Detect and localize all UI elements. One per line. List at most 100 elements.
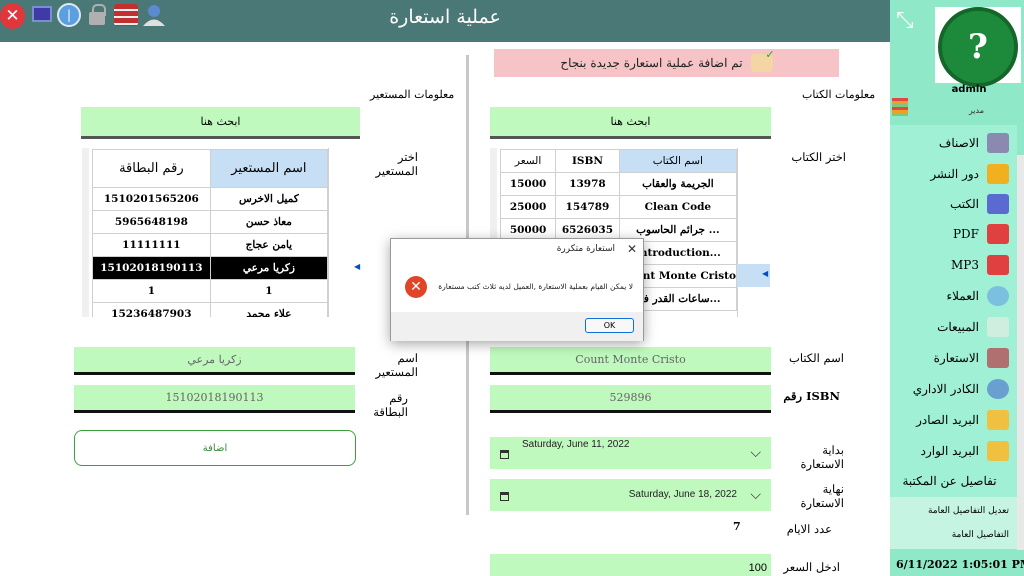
end-date-value: Saturday, June 18, 2022 bbox=[628, 489, 737, 500]
book-name-label: اسم الكتاب bbox=[789, 351, 844, 365]
monitor-icon[interactable] bbox=[32, 6, 52, 22]
pdf-icon bbox=[987, 224, 1009, 244]
table-cell: الجريمة والعقاب bbox=[618, 172, 738, 196]
column-header-price[interactable]: السعر bbox=[499, 149, 557, 173]
sidebar-item-publishers[interactable]: دور النشر bbox=[890, 159, 1017, 189]
chevron-down-icon[interactable]: ⌵ bbox=[750, 444, 761, 461]
table-row[interactable]: 1510201565206 كميل الاخرس bbox=[92, 187, 329, 211]
borrower-search-input[interactable]: ابحث هنا bbox=[81, 107, 360, 139]
column-header-card[interactable]: رقم البطاقة bbox=[92, 149, 211, 188]
book-section-title: معلومات الكتاب bbox=[802, 88, 876, 101]
error-icon: ✕ bbox=[405, 276, 427, 298]
table-cell: Clean Code bbox=[618, 195, 738, 219]
table-cell: 15236487903 bbox=[92, 302, 211, 317]
borrower-table-scrollbar[interactable] bbox=[82, 148, 89, 317]
dialog-footer: OK bbox=[391, 312, 643, 341]
staff-icon bbox=[987, 379, 1009, 399]
customers-icon bbox=[987, 286, 1009, 306]
sidebar-subitem-details[interactable]: التفاصيل العامة bbox=[890, 530, 1017, 540]
sidebar-item-label: الكتب bbox=[949, 197, 979, 211]
column-header-book-name[interactable]: اسم الكتاب bbox=[618, 149, 738, 173]
sales-icon bbox=[987, 317, 1009, 337]
sidebar-item-inbox[interactable]: البريد الوارد bbox=[890, 436, 1017, 466]
table-cell: 13978 bbox=[555, 172, 620, 196]
book-search-input[interactable]: ابحث هنا bbox=[490, 107, 771, 139]
sidebar-scrollbar[interactable] bbox=[1017, 155, 1024, 550]
table-row[interactable]: 15000 13978 الجريمة والعقاب bbox=[499, 172, 738, 196]
sidebar-item-label: تفاصيل عن المكتبة bbox=[902, 474, 997, 488]
table-row[interactable]: 5965648198 معاذ حسن bbox=[92, 210, 329, 234]
table-cell: 5965648198 bbox=[92, 210, 211, 234]
menu-icon[interactable] bbox=[892, 98, 908, 116]
sidebar-item-label: الاستعارة bbox=[933, 351, 979, 365]
table-row[interactable]: 11111111 يامن عجاج bbox=[92, 233, 329, 257]
table-row-selected[interactable]: 15102018190113 زكريا مرعي bbox=[92, 256, 329, 280]
table-cell: 154789 bbox=[555, 195, 620, 219]
add-borrow-button[interactable]: اضافة bbox=[74, 430, 356, 466]
dialog-message: لا يمكن القيام بعملية الاستعارة ,العميل … bbox=[438, 282, 633, 291]
ok-button[interactable]: OK bbox=[585, 318, 634, 333]
start-date-label: بداية الاستعارة bbox=[800, 443, 845, 471]
table-row[interactable]: 11 bbox=[92, 279, 329, 303]
clock-icon[interactable]: | bbox=[57, 3, 81, 27]
isbn-label: رقم ISBN bbox=[783, 389, 840, 403]
sidebar-item-mp3[interactable]: MP3 bbox=[890, 250, 1017, 280]
table-cell: زكريا مرعي bbox=[209, 256, 329, 280]
borrower-table[interactable]: رقم البطاقة اسم المستعير 1510201565206 كم… bbox=[82, 148, 362, 317]
user-placeholder-icon: ? bbox=[938, 7, 1018, 87]
sidebar-item-categories[interactable]: الاصناف bbox=[890, 128, 1017, 158]
card-number-field[interactable]: 15102018190113 bbox=[74, 385, 355, 413]
close-icon[interactable]: ✕ bbox=[627, 242, 637, 256]
sidebar-item-sales[interactable]: المبيعات bbox=[890, 312, 1017, 342]
table-cell: 15102018190113 bbox=[92, 256, 211, 280]
calendar-icon bbox=[500, 492, 509, 501]
card-number-label: رقم البطاقة bbox=[373, 391, 408, 419]
outbox-icon bbox=[987, 410, 1009, 430]
table-cell: 15000 bbox=[499, 172, 557, 196]
end-date-label: نهاية الاستعارة bbox=[800, 482, 845, 510]
borrower-name-field[interactable]: زكريا مرعي bbox=[74, 347, 355, 375]
price-value: 100 bbox=[748, 562, 767, 574]
expand-icon[interactable]: ⤡ bbox=[896, 10, 920, 34]
table-row[interactable]: 15236487903 علاء محمد bbox=[92, 302, 329, 317]
days-label: عدد الايام bbox=[786, 522, 832, 536]
database-icon[interactable] bbox=[114, 4, 138, 26]
book-name-field[interactable]: Count Monte Cristo bbox=[490, 347, 771, 375]
price-input[interactable]: 100 bbox=[490, 554, 771, 576]
sidebar-item-customers[interactable]: العملاء bbox=[890, 281, 1017, 311]
dialog-title: استعارة متكررة bbox=[556, 244, 615, 254]
column-header-isbn[interactable]: ISBN bbox=[555, 149, 620, 173]
isbn-field[interactable]: 529896 bbox=[490, 385, 771, 413]
user-settings-icon[interactable] bbox=[141, 3, 167, 27]
library-details-submenu bbox=[890, 497, 1017, 549]
sidebar-item-outbox[interactable]: البريد الصادر bbox=[890, 405, 1017, 435]
success-banner: تم اضافة عملية استعارة جديدة بنجاح bbox=[494, 48, 839, 77]
sidebar-item-borrowing[interactable]: الاستعارة bbox=[890, 343, 1017, 373]
sidebar-item-library-details[interactable]: تفاصيل عن المكتبة bbox=[890, 466, 1017, 496]
sidebar-item-staff[interactable]: الكادر الاداري bbox=[890, 374, 1017, 404]
borrowing-icon bbox=[987, 348, 1009, 368]
start-date-picker[interactable]: Saturday, June 11, 2022 ⌵ bbox=[490, 437, 771, 469]
lock-icon[interactable] bbox=[89, 4, 106, 25]
chevron-down-icon[interactable]: ⌵ bbox=[750, 486, 761, 503]
table-cell: علاء محمد bbox=[209, 302, 329, 317]
sidebar-item-label: المبيعات bbox=[937, 320, 979, 334]
inbox-icon bbox=[987, 441, 1009, 461]
table-cell: 1 bbox=[92, 279, 211, 303]
sidebar-item-label: الاصناف bbox=[938, 136, 979, 150]
end-date-picker[interactable]: Saturday, June 18, 2022 ⌵ bbox=[490, 479, 771, 511]
sidebar-item-books[interactable]: الكتب bbox=[890, 189, 1017, 219]
sidebar-item-pdf[interactable]: PDF bbox=[890, 219, 1017, 249]
status-datetime: 6/11/2022 1:05:01 PM bbox=[896, 558, 1024, 571]
borrower-select-label: اختر المستعير bbox=[375, 150, 418, 178]
user-name: admin bbox=[951, 84, 987, 95]
table-row[interactable]: 25000 154789 Clean Code bbox=[499, 195, 738, 219]
column-header-borrower-name[interactable]: اسم المستعير bbox=[209, 149, 329, 188]
sidebar-subitem-edit-details[interactable]: تعديل التفاصيل العامة bbox=[890, 506, 1017, 516]
start-date-value: Saturday, June 11, 2022 bbox=[522, 439, 630, 450]
success-banner-text: تم اضافة عملية استعارة جديدة بنجاح bbox=[560, 56, 743, 70]
close-icon[interactable]: ✕ bbox=[0, 3, 25, 29]
row-pointer-icon: ◀ bbox=[354, 262, 361, 271]
calendar-icon bbox=[500, 450, 509, 459]
borrower-row-header bbox=[328, 148, 362, 317]
